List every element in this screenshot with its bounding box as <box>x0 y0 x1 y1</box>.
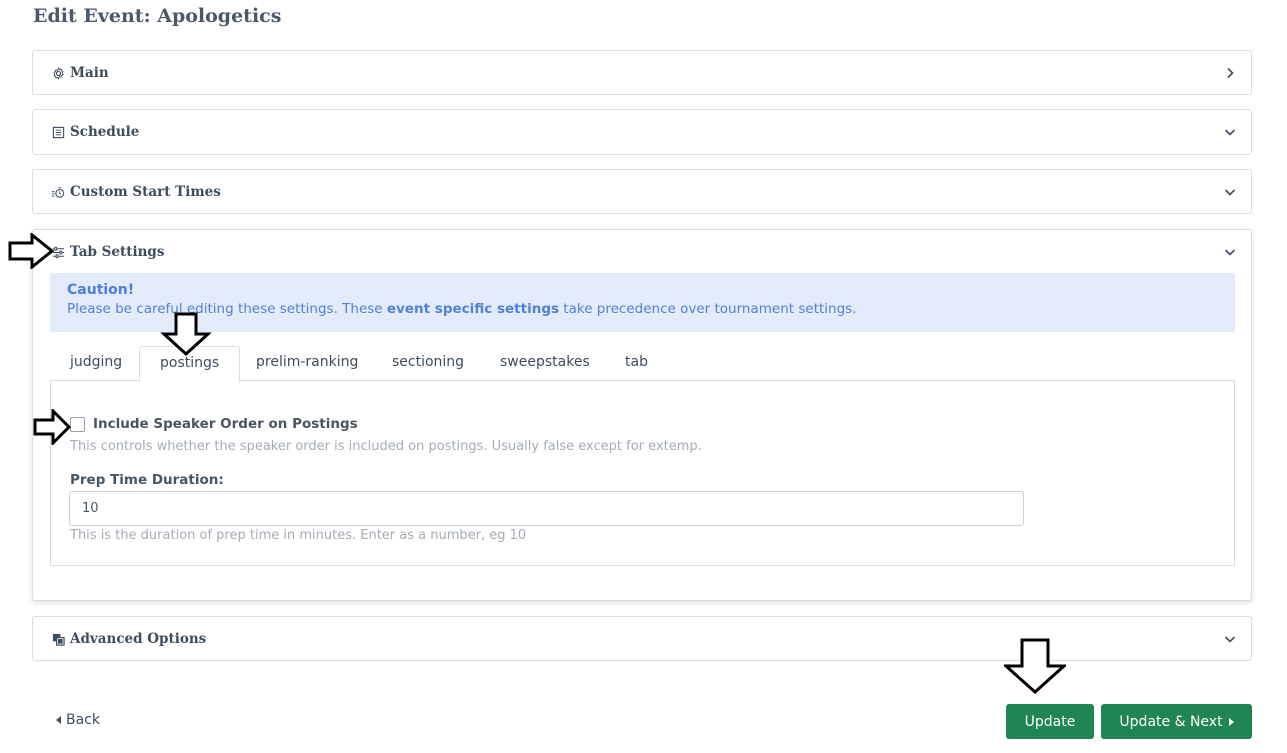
update-next-button[interactable]: Update & Next <box>1101 704 1252 739</box>
custom-start-times-section-header[interactable]: Custom Start Times <box>33 170 1251 214</box>
annotation-arrow-right-icon <box>33 409 71 445</box>
stopwatch-icon <box>51 185 65 199</box>
prep-time-label: Prep Time Duration: <box>70 472 224 488</box>
chevron-down-icon <box>1223 185 1237 199</box>
advanced-options-section: Advanced Options <box>32 616 1252 661</box>
caution-title: Caution! <box>67 282 135 298</box>
chevron-down-icon <box>1223 245 1237 259</box>
tab-judging[interactable]: judging <box>50 346 142 381</box>
advanced-options-section-title: Advanced Options <box>70 631 207 647</box>
speaker-order-help: This controls whether the speaker order … <box>70 439 702 454</box>
page-title: Edit Event: Apologetics <box>33 5 282 27</box>
gear-icon <box>51 66 65 80</box>
annotation-arrow-down-icon <box>160 312 212 356</box>
advanced-options-section-header[interactable]: Advanced Options <box>33 617 1251 661</box>
update-next-label: Update & Next <box>1119 713 1223 730</box>
annotation-arrow-right-icon <box>8 233 54 269</box>
chevron-right-icon <box>1223 66 1237 80</box>
tab-settings-section: Tab Settings Caution! Please be careful … <box>32 229 1252 601</box>
caret-right-icon <box>1228 717 1234 726</box>
caution-text-after: take precedence over tournament settings… <box>559 301 857 317</box>
tab-sweepstakes[interactable]: sweepstakes <box>480 346 610 381</box>
caution-alert: Caution! Please be careful editing these… <box>50 273 1235 332</box>
main-section: Main <box>32 50 1252 95</box>
settings-tabs: judging postings prelim-ranking sectioni… <box>50 346 1235 382</box>
tab-tab[interactable]: tab <box>605 346 668 381</box>
tab-sectioning[interactable]: sectioning <box>372 346 484 381</box>
speaker-order-label: Include Speaker Order on Postings <box>93 416 358 432</box>
tab-settings-section-header[interactable]: Tab Settings <box>33 230 1251 274</box>
caution-text-before: Please be careful editing these settings… <box>67 301 387 317</box>
custom-start-times-section-title: Custom Start Times <box>70 184 221 200</box>
caution-text-bold: event specific settings <box>386 301 560 317</box>
prep-time-input[interactable] <box>69 491 1024 526</box>
schedule-section: Schedule <box>32 109 1252 155</box>
calendar-icon <box>51 125 65 139</box>
back-link[interactable]: Back <box>56 712 100 728</box>
update-label: Update <box>1024 713 1076 730</box>
back-label: Back <box>66 712 100 728</box>
tab-settings-section-title: Tab Settings <box>70 244 165 260</box>
annotation-arrow-down-icon <box>1004 638 1066 694</box>
main-section-title: Main <box>70 65 109 81</box>
caret-left-icon <box>56 716 61 724</box>
custom-start-times-section: Custom Start Times <box>32 169 1252 214</box>
caution-text: Please be careful editing these settings… <box>67 301 1218 317</box>
copy-icon <box>51 632 65 646</box>
chevron-down-icon <box>1223 125 1237 139</box>
prep-time-help: This is the duration of prep time in min… <box>70 528 527 543</box>
schedule-section-title: Schedule <box>70 124 140 140</box>
main-section-header[interactable]: Main <box>33 51 1251 95</box>
tab-prelim-ranking[interactable]: prelim-ranking <box>236 346 378 381</box>
chevron-down-icon <box>1223 632 1237 646</box>
speaker-order-checkbox[interactable] <box>70 417 85 432</box>
schedule-section-header[interactable]: Schedule <box>33 110 1251 154</box>
update-button[interactable]: Update <box>1006 704 1094 739</box>
